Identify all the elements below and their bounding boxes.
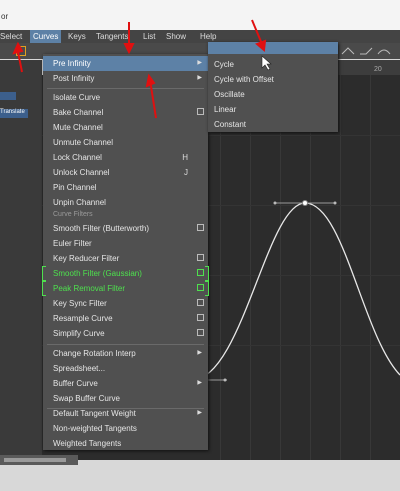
mouse-cursor-icon <box>261 55 272 71</box>
annotation-overlay <box>12 19 272 119</box>
